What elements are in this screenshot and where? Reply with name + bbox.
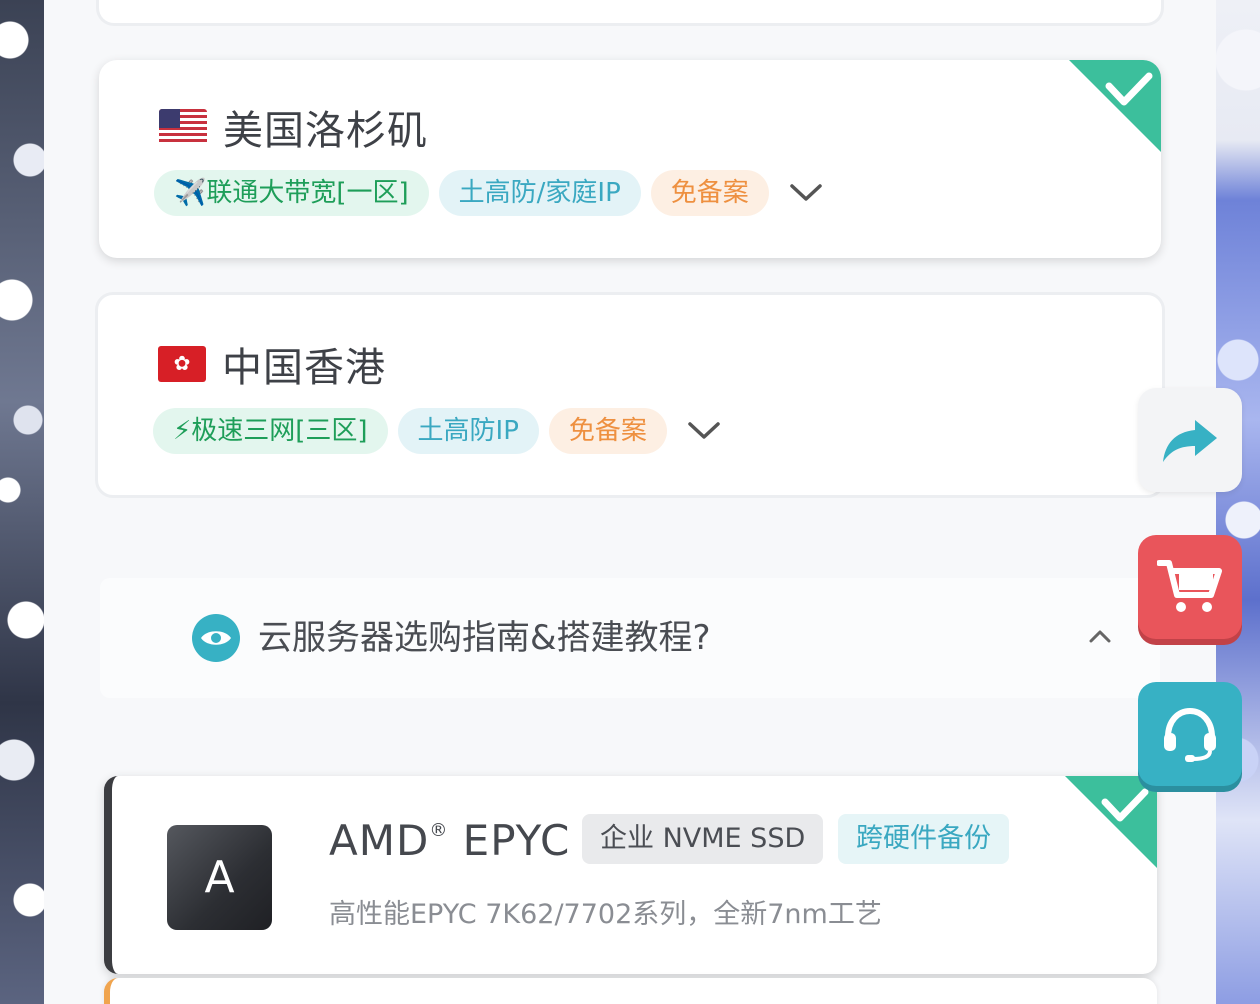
cpu-logo: A [167, 825, 272, 930]
protection-tag: 土高防/家庭IP [438, 170, 641, 216]
region-name: 中国香港 [222, 345, 386, 391]
region-card-us-la[interactable]: 美国洛杉矶 ✈️联通大带宽[一区] 土高防/家庭IP 免备案 [99, 60, 1161, 258]
main-panel: 美国洛杉矶 ✈️联通大带宽[一区] 土高防/家庭IP 免备案 中国香港 ⚡极速三… [44, 0, 1216, 1004]
chevron-up-icon[interactable] [1088, 628, 1112, 644]
cpu-option-card-next[interactable] [104, 978, 1157, 1004]
line-tag: ✈️联通大带宽[一区] [154, 170, 429, 216]
hk-flag-icon [158, 346, 206, 382]
guide-panel[interactable]: 云服务器选购指南&搭建教程? [100, 578, 1160, 698]
background-art-left [0, 0, 44, 1004]
guide-title: 云服务器选购指南&搭建教程? [258, 618, 711, 658]
shopping-cart-icon [1157, 560, 1222, 612]
chevron-down-icon[interactable] [785, 170, 827, 216]
us-flag-icon [159, 109, 207, 145]
background-art-right [1216, 0, 1260, 1004]
share-button[interactable] [1138, 388, 1242, 492]
region-card-previous[interactable] [96, 0, 1164, 26]
no-filing-tag: 免备案 [650, 170, 769, 216]
region-header: 美国洛杉矶 [159, 98, 428, 156]
backup-tag: 跨硬件备份 [838, 814, 1009, 864]
region-card-hong-kong[interactable]: 中国香港 ⚡极速三网[三区] 土高防IP 免备案 [95, 292, 1165, 498]
no-filing-tag: 免备案 [548, 408, 667, 454]
support-button[interactable] [1138, 682, 1242, 786]
region-tags: ✈️联通大带宽[一区] 土高防/家庭IP 免备案 [154, 170, 827, 216]
protection-tag: 土高防IP [397, 408, 539, 454]
share-arrow-icon [1163, 420, 1217, 462]
chevron-down-icon[interactable] [683, 408, 725, 454]
headset-icon [1164, 707, 1216, 762]
region-header: 中国香港 [158, 335, 386, 393]
selected-check-icon [1069, 60, 1161, 152]
cart-button[interactable] [1138, 535, 1242, 639]
cpu-name: AMD® EPYC [329, 816, 571, 865]
region-tags: ⚡极速三网[三区] 土高防IP 免备案 [153, 408, 725, 454]
cpu-description: 高性能EPYC 7K62/7702系列，全新7nm工艺 [329, 899, 882, 930]
ssd-tag: 企业 NVME SSD [582, 814, 824, 864]
selected-check-icon [1065, 776, 1157, 868]
region-name: 美国洛杉矶 [223, 108, 428, 154]
cpu-option-card[interactable]: A AMD® EPYC 企业 NVME SSD 跨硬件备份 高性能EPYC 7K… [104, 776, 1157, 974]
eye-icon [192, 614, 240, 662]
line-tag: ⚡极速三网[三区] [153, 408, 388, 454]
